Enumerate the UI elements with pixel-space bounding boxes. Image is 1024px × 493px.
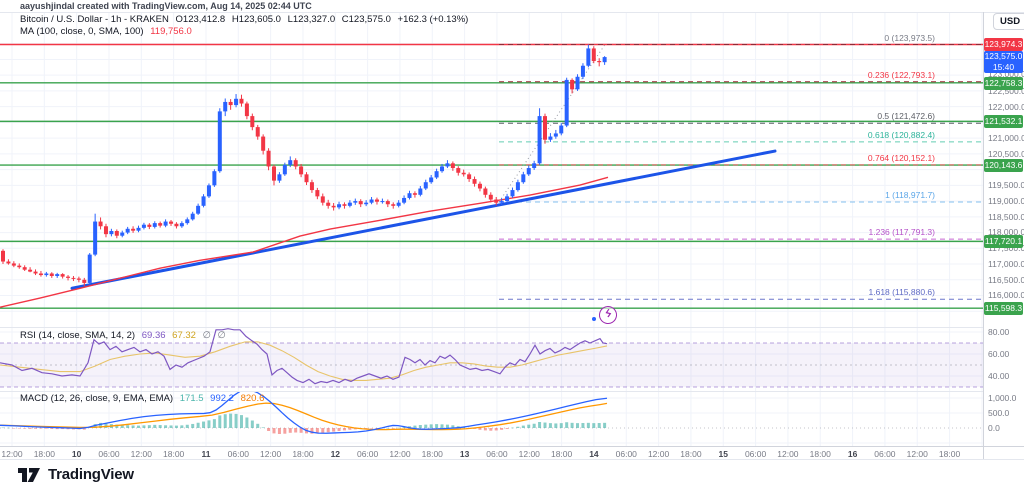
ma-label: MA (100, close, 0, SMA, 100) [20,26,144,37]
rsi-sma-value: 67.32 [172,330,196,341]
bottom-divider [0,459,1024,460]
time-axis-divider [0,446,1024,447]
time-scale-label: 18:00 [928,449,972,459]
price-scale-label: 121,000.0 [988,133,1024,143]
price-badge: 123,974.3 [984,38,1023,51]
rsi-label: RSI (14, close, SMA, 14, 2) [20,330,135,341]
price-scale-label: 119,000.0 [988,196,1024,206]
macd-value: 992.2 [210,393,234,404]
ohlc-open: O123,412.8 [176,14,226,25]
price-scale-label: 118,500.0 [988,212,1024,222]
ohlc-high: H123,605.0 [232,14,281,25]
currency-unit-button[interactable]: USD [993,13,1024,30]
price-scale-label: 500.0 [988,408,1009,418]
macd-label: MACD (12, 26, close, 9, EMA, EMA) [20,393,173,404]
rsi-lower-band: ∅ [218,330,226,341]
ma-value: 119,756.0 [150,26,192,37]
cursor-dot [592,317,596,321]
attribution-text: aayushjindal created with TradingView.co… [20,1,312,11]
tradingview-logo-text: TradingView [48,466,134,483]
price-scale-label: 116,500.0 [988,275,1024,285]
rsi-upper-band: ∅ [203,330,211,341]
ohlc-low: L123,327.0 [288,14,336,25]
fib-level-label: 0.618 (120,882.4) [868,130,935,140]
ma-legend[interactable]: MA (100, close, 0, SMA, 100) 119,756.0 [20,26,196,37]
price-badge: 120,143.6 [984,159,1023,172]
ohlc-change: +162.3 (+0.13%) [398,14,469,25]
price-scale-label: 122,000.0 [988,102,1024,112]
fib-level-label: 0.764 (120,152.1) [868,153,935,163]
top-divider [0,12,1024,13]
price-badge: 117,720.1 [984,235,1023,248]
price-scale-divider[interactable] [983,12,984,460]
macd-signal-value: 820.6 [241,393,265,404]
price-badge: 122,758.3 [984,77,1023,90]
pane-divider-macd[interactable] [0,391,983,392]
price-scale-label: 1,000.0 [988,393,1016,403]
macd-hist-value: 171.5 [180,393,204,404]
price-badge: 123,575.015:40 [984,51,1023,73]
tradingview-chart-window: aayushjindal created with TradingView.co… [0,0,1024,493]
price-badge: 115,598.3 [984,302,1023,315]
fib-level-label: 0 (123,973.5) [884,33,935,43]
price-scale-label: 60.00 [988,349,1009,359]
bar-countdown: 15:40 [984,62,1023,73]
ohlc-close: C123,575.0 [342,14,391,25]
fib-level-label: 0.5 (121,472.6) [877,111,935,121]
price-scale-label: 80.00 [988,327,1009,337]
rsi-value: 69.36 [142,330,166,341]
tradingview-logo-icon [18,466,41,483]
symbol-legend[interactable]: Bitcoin / U.S. Dollar - 1h - KRAKEN O123… [20,14,472,25]
fib-level-label: 1 (118,971.7) [885,190,935,200]
tradingview-logo[interactable]: TradingView [18,466,134,483]
macd-legend[interactable]: MACD (12, 26, close, 9, EMA, EMA) 171.5 … [20,393,268,404]
pane-divider-rsi[interactable] [0,327,983,328]
price-scale-label: 119,500.0 [988,180,1024,190]
price-scale-label: 0.0 [988,423,1000,433]
price-scale-label: 117,000.0 [988,259,1024,269]
last-price: 123,575.0 [984,51,1023,62]
rsi-legend[interactable]: RSI (14, close, SMA, 14, 2) 69.36 67.32 … [20,330,230,341]
symbol-title: Bitcoin / U.S. Dollar - 1h - KRAKEN [20,14,169,25]
price-scale-label: 120,500.0 [988,149,1024,159]
price-scale-label: 116,000.0 [988,290,1024,300]
price-scale-label: 40.00 [988,371,1009,381]
fib-level-label: 1.236 (117,791.3) [869,227,935,237]
fib-level-label: 1.618 (115,880.6) [869,287,935,297]
fib-level-label: 0.236 (122,793.1) [868,70,935,80]
price-badge: 121,532.1 [984,115,1023,128]
